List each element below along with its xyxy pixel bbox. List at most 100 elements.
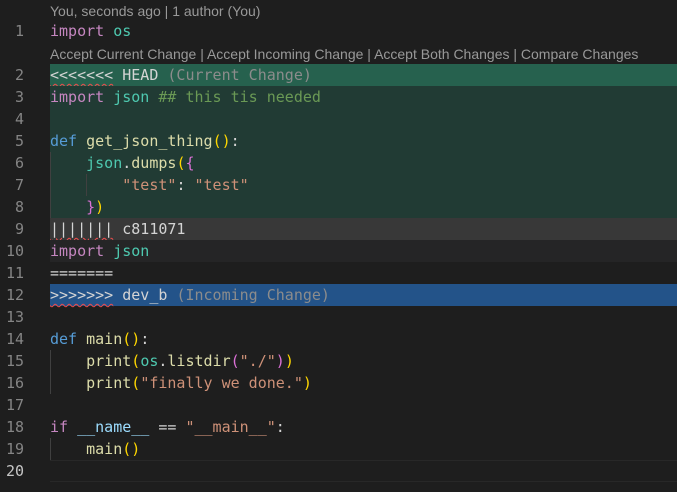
current-label: HEAD <box>122 66 159 84</box>
line-number: 17 <box>5 396 24 414</box>
punctuation: : <box>176 176 195 194</box>
separator: | <box>367 46 371 62</box>
bracket: ) <box>275 352 285 370</box>
function-name: dumps <box>131 154 177 172</box>
line-number: 16 <box>5 374 24 392</box>
module-name: json <box>113 242 150 260</box>
line-number: 6 <box>14 154 24 172</box>
line-number: 19 <box>5 440 24 458</box>
function-name: print <box>86 374 132 392</box>
indent-guide <box>50 350 51 394</box>
bracket: ( <box>131 374 141 392</box>
function-name: listdir <box>167 352 231 370</box>
line-number: 20 <box>5 462 24 480</box>
code-line-14[interactable]: 14 def main(): <box>0 328 677 350</box>
keyword: if <box>50 418 69 436</box>
module-name: os <box>113 22 132 40</box>
string: "test" <box>194 176 249 194</box>
code-line-10[interactable]: 10 import json <box>0 240 677 262</box>
line-number: 10 <box>5 242 24 260</box>
line-number: 1 <box>14 22 24 40</box>
code-line-6[interactable]: 6 json.dumps({ <box>0 152 677 174</box>
line-number: 14 <box>5 330 24 348</box>
code-line-18[interactable]: 18 if __name__ == "__main__": <box>0 416 677 438</box>
bracket: { <box>185 154 195 172</box>
line-number: 2 <box>14 66 24 84</box>
keyword: def <box>50 132 78 150</box>
line-number: 3 <box>14 88 24 106</box>
string: "__main__" <box>185 418 276 436</box>
function-name: get_json_thing <box>86 132 213 150</box>
code-line-12[interactable]: 12 >>>>>>> dev_b (Incoming Change) <box>0 284 677 306</box>
bracket: ( <box>131 352 141 370</box>
current-change-hint: (Current Change) <box>167 66 312 84</box>
git-blame-lens[interactable]: You, seconds ago | 1 author (You) <box>50 1 260 21</box>
code-line-15[interactable]: 15 print(os.listdir("./")) <box>0 350 677 372</box>
indent-guide <box>50 438 51 460</box>
indent-guide <box>86 174 87 196</box>
accept-both-changes-button[interactable]: Accept Both Changes <box>374 46 509 62</box>
base-commit-label: c811071 <box>122 220 186 238</box>
code-line-3[interactable]: 3 import json ## this tis needed <box>0 86 677 108</box>
punctuation: : <box>275 418 285 436</box>
keyword: import <box>50 88 105 106</box>
code-line-20[interactable]: 20 <box>0 460 677 482</box>
operator: == <box>149 418 186 436</box>
module-name: json <box>113 88 150 106</box>
bracket: } <box>86 198 96 216</box>
variable: __name__ <box>77 418 150 436</box>
punctuation: : <box>140 330 150 348</box>
line-number: 7 <box>14 176 24 194</box>
module-name: json <box>86 154 123 172</box>
bracket: ) <box>95 198 105 216</box>
bracket: ) <box>131 440 141 458</box>
code-line-5[interactable]: 5 def get_json_thing(): <box>0 130 677 152</box>
separator: | <box>513 46 518 62</box>
code-line-11[interactable]: 11 ======= <box>0 262 677 284</box>
merge-conflict-actions: Accept Current Change | Accept Incoming … <box>50 44 638 64</box>
punctuation: : <box>230 132 240 150</box>
conflict-start-marker: <<<<<<< <box>50 66 114 84</box>
compare-changes-button[interactable]: Compare Changes <box>521 46 639 62</box>
code-line-2[interactable]: 2 <<<<<<< HEAD (Current Change) <box>0 64 677 86</box>
function-name: main <box>86 440 123 458</box>
line-number: 9 <box>14 220 24 238</box>
module-name: os <box>140 352 159 370</box>
keyword: import <box>50 22 105 40</box>
accept-current-change-button[interactable]: Accept Current Change <box>50 46 196 62</box>
indent-guide <box>50 152 51 218</box>
bracket: ) <box>302 374 312 392</box>
bracket: ( <box>122 440 132 458</box>
conflict-base-marker: ||||||| <box>50 220 114 238</box>
line-number: 11 <box>5 264 24 282</box>
keyword: def <box>50 330 78 348</box>
string: "test" <box>122 176 177 194</box>
line-number: 18 <box>5 418 24 436</box>
punctuation: . <box>122 154 132 172</box>
function-name: main <box>86 330 123 348</box>
conflict-separator-marker: ======= <box>50 264 114 282</box>
bracket: ) <box>131 330 141 348</box>
separator: | <box>200 46 204 62</box>
code-line-16[interactable]: 16 print("finally we done.") <box>0 372 677 394</box>
code-line-13[interactable]: 13 <box>0 306 677 328</box>
string: "finally we done." <box>140 374 303 392</box>
line-number: 8 <box>14 198 24 216</box>
code-line-4[interactable]: 4 <box>0 108 677 130</box>
code-line-19[interactable]: 19 main() <box>0 438 677 460</box>
code-line-7[interactable]: 7 "test": "test" <box>0 174 677 196</box>
line-number: 15 <box>5 352 24 370</box>
keyword: import <box>50 242 105 260</box>
conflict-end-marker: >>>>>>> <box>50 286 114 304</box>
code-line-9[interactable]: 9 ||||||| c811071 <box>0 218 677 240</box>
code-line-8[interactable]: 8 }) <box>0 196 677 218</box>
comment: ## this tis needed <box>158 88 321 106</box>
accept-incoming-change-button[interactable]: Accept Incoming Change <box>207 46 363 62</box>
code-editor[interactable]: You, seconds ago | 1 author (You) 1 impo… <box>0 0 677 492</box>
code-line-17[interactable]: 17 <box>0 394 677 416</box>
incoming-change-hint: (Incoming Change) <box>176 286 330 304</box>
code-line-1[interactable]: 1 import os <box>0 20 677 42</box>
string: "./" <box>239 352 276 370</box>
incoming-label: dev_b <box>122 286 168 304</box>
line-number: 4 <box>14 110 24 128</box>
